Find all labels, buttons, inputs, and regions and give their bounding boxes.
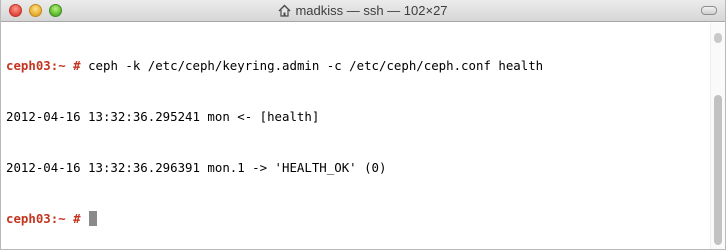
terminal-window: madkiss — ssh — 102×27 ceph03:~ # ceph -… [0,0,726,250]
command-text: ceph -k /etc/ceph/keyring.admin -c /etc/… [80,58,544,73]
text-cursor [89,211,98,226]
window-title-text: madkiss — ssh — 102×27 [295,3,448,18]
output-text: 2012-04-16 13:32:36.296391 mon.1 -> 'HEA… [6,160,387,175]
shell-prompt: ceph03:~ # [6,58,81,73]
input-text [81,211,88,226]
title-bar[interactable]: madkiss — ssh — 102×27 [1,0,725,22]
terminal-line: 2012-04-16 13:32:36.296391 mon.1 -> 'HEA… [6,159,706,176]
terminal-line: ceph03:~ # ceph -k /etc/ceph/keyring.adm… [6,57,706,74]
toolbar-toggle-button[interactable] [701,6,717,15]
window-title: madkiss — ssh — 102×27 [1,0,725,22]
shell-prompt: ceph03:~ # [6,211,81,226]
terminal-line: 2012-04-16 13:32:36.295241 mon <- [healt… [6,108,706,125]
output-text: 2012-04-16 13:32:36.295241 mon <- [healt… [6,109,320,124]
terminal-content[interactable]: ceph03:~ # ceph -k /etc/ceph/keyring.adm… [6,23,706,247]
scrollbar-top-knob[interactable] [714,33,722,43]
home-icon [278,2,291,24]
terminal-line: ceph03:~ # [6,210,706,227]
scrollbar-thumb[interactable] [714,95,722,245]
